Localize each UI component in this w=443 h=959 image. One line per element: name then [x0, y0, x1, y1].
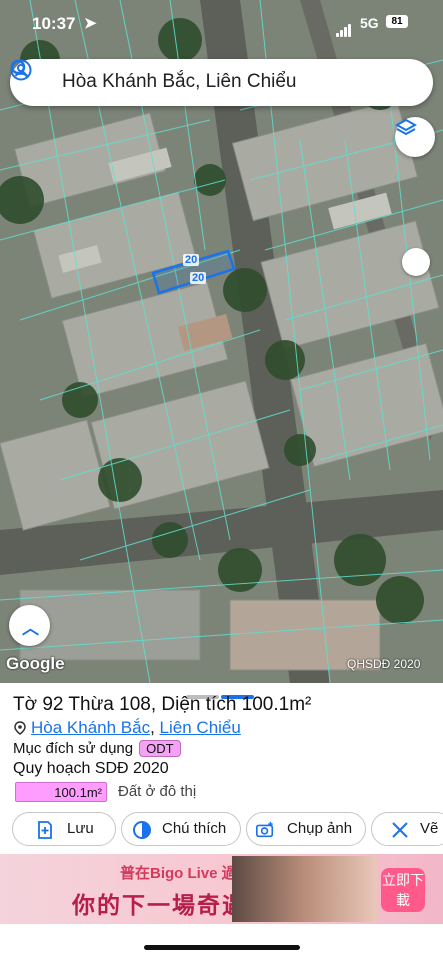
- purpose-code-badge: ODT: [139, 740, 181, 757]
- status-time: 10:37: [32, 14, 76, 33]
- status-bar: 10:37 ➤ 5G 81: [0, 0, 443, 46]
- map-credit: QHSDĐ 2020: [347, 657, 421, 671]
- ad-banner[interactable]: 普在Bigo Live 過見筷? 你的下一場奇遇.. 立即下載: [0, 854, 443, 924]
- ad-download-button[interactable]: 立即下載: [381, 868, 425, 912]
- draw-button[interactable]: Vẽ: [371, 812, 443, 846]
- satellite-map[interactable]: 20 20 10:37 ➤ 5G 81 Hòa Khánh Bắc, Liên …: [0, 0, 443, 683]
- ward-link[interactable]: Hòa Khánh Bắc: [31, 718, 150, 737]
- legend-button[interactable]: Chú thích: [121, 812, 241, 846]
- land-use-purpose: Mục đích sử dụng ODT: [13, 740, 181, 757]
- legend-icon: [133, 821, 151, 839]
- parcel-side-label: 20: [190, 272, 207, 284]
- parcel-address: Hòa Khánh Bắc, Liên Chiểu: [13, 718, 241, 738]
- address-separator: ,: [150, 718, 160, 737]
- parcel-info-sheet: Tờ 92 Thừa 108, Diện tích 100.1m² Hòa Kh…: [0, 683, 443, 959]
- legend-label: Chú thích: [162, 820, 227, 837]
- expand-up-button[interactable]: ︿: [9, 605, 50, 646]
- home-indicator[interactable]: [144, 945, 300, 950]
- capture-label: Chụp ảnh: [287, 820, 353, 837]
- area-value-bar: 100.1m²: [15, 782, 107, 802]
- draw-label: Vẽ: [420, 820, 439, 837]
- location-pin-icon: [14, 721, 26, 735]
- search-icon[interactable]: [10, 59, 30, 79]
- google-logo: Google: [6, 654, 65, 673]
- location-marker[interactable]: [402, 248, 430, 276]
- save-label: Lưu: [67, 820, 94, 837]
- bookmark-add-icon: [38, 821, 52, 839]
- capture-button[interactable]: Chụp ảnh: [246, 812, 366, 846]
- chevron-up-icon: ︿: [22, 619, 39, 638]
- draw-icon: [392, 822, 408, 838]
- district-link[interactable]: Liên Chiểu: [160, 718, 241, 737]
- parcel-title: Tờ 92 Thừa 108, Diện tích 100.1m²: [13, 694, 312, 715]
- layers-icon: [395, 118, 417, 136]
- layers-button[interactable]: [395, 117, 435, 157]
- network-type: 5G: [360, 15, 379, 31]
- parcel-side-label: 20: [183, 254, 200, 266]
- search-bar[interactable]: Hòa Khánh Bắc, Liên Chiểu: [10, 59, 433, 106]
- plan-label: Quy hoạch SDĐ 2020: [13, 760, 169, 777]
- search-input[interactable]: Hòa Khánh Bắc, Liên Chiểu: [62, 71, 297, 93]
- location-arrow-icon: ➤: [84, 15, 97, 32]
- save-button[interactable]: Lưu: [12, 812, 116, 846]
- area-description: Đất ở đô thị: [118, 783, 197, 800]
- battery-level: 81: [386, 15, 408, 28]
- signal-icon: [336, 17, 352, 37]
- action-buttons: Lưu Chú thích Chụp ảnh Vẽ: [12, 812, 443, 848]
- purpose-label: Mục đích sử dụng: [13, 740, 134, 757]
- camera-icon: [256, 821, 274, 838]
- ad-image: [232, 856, 377, 922]
